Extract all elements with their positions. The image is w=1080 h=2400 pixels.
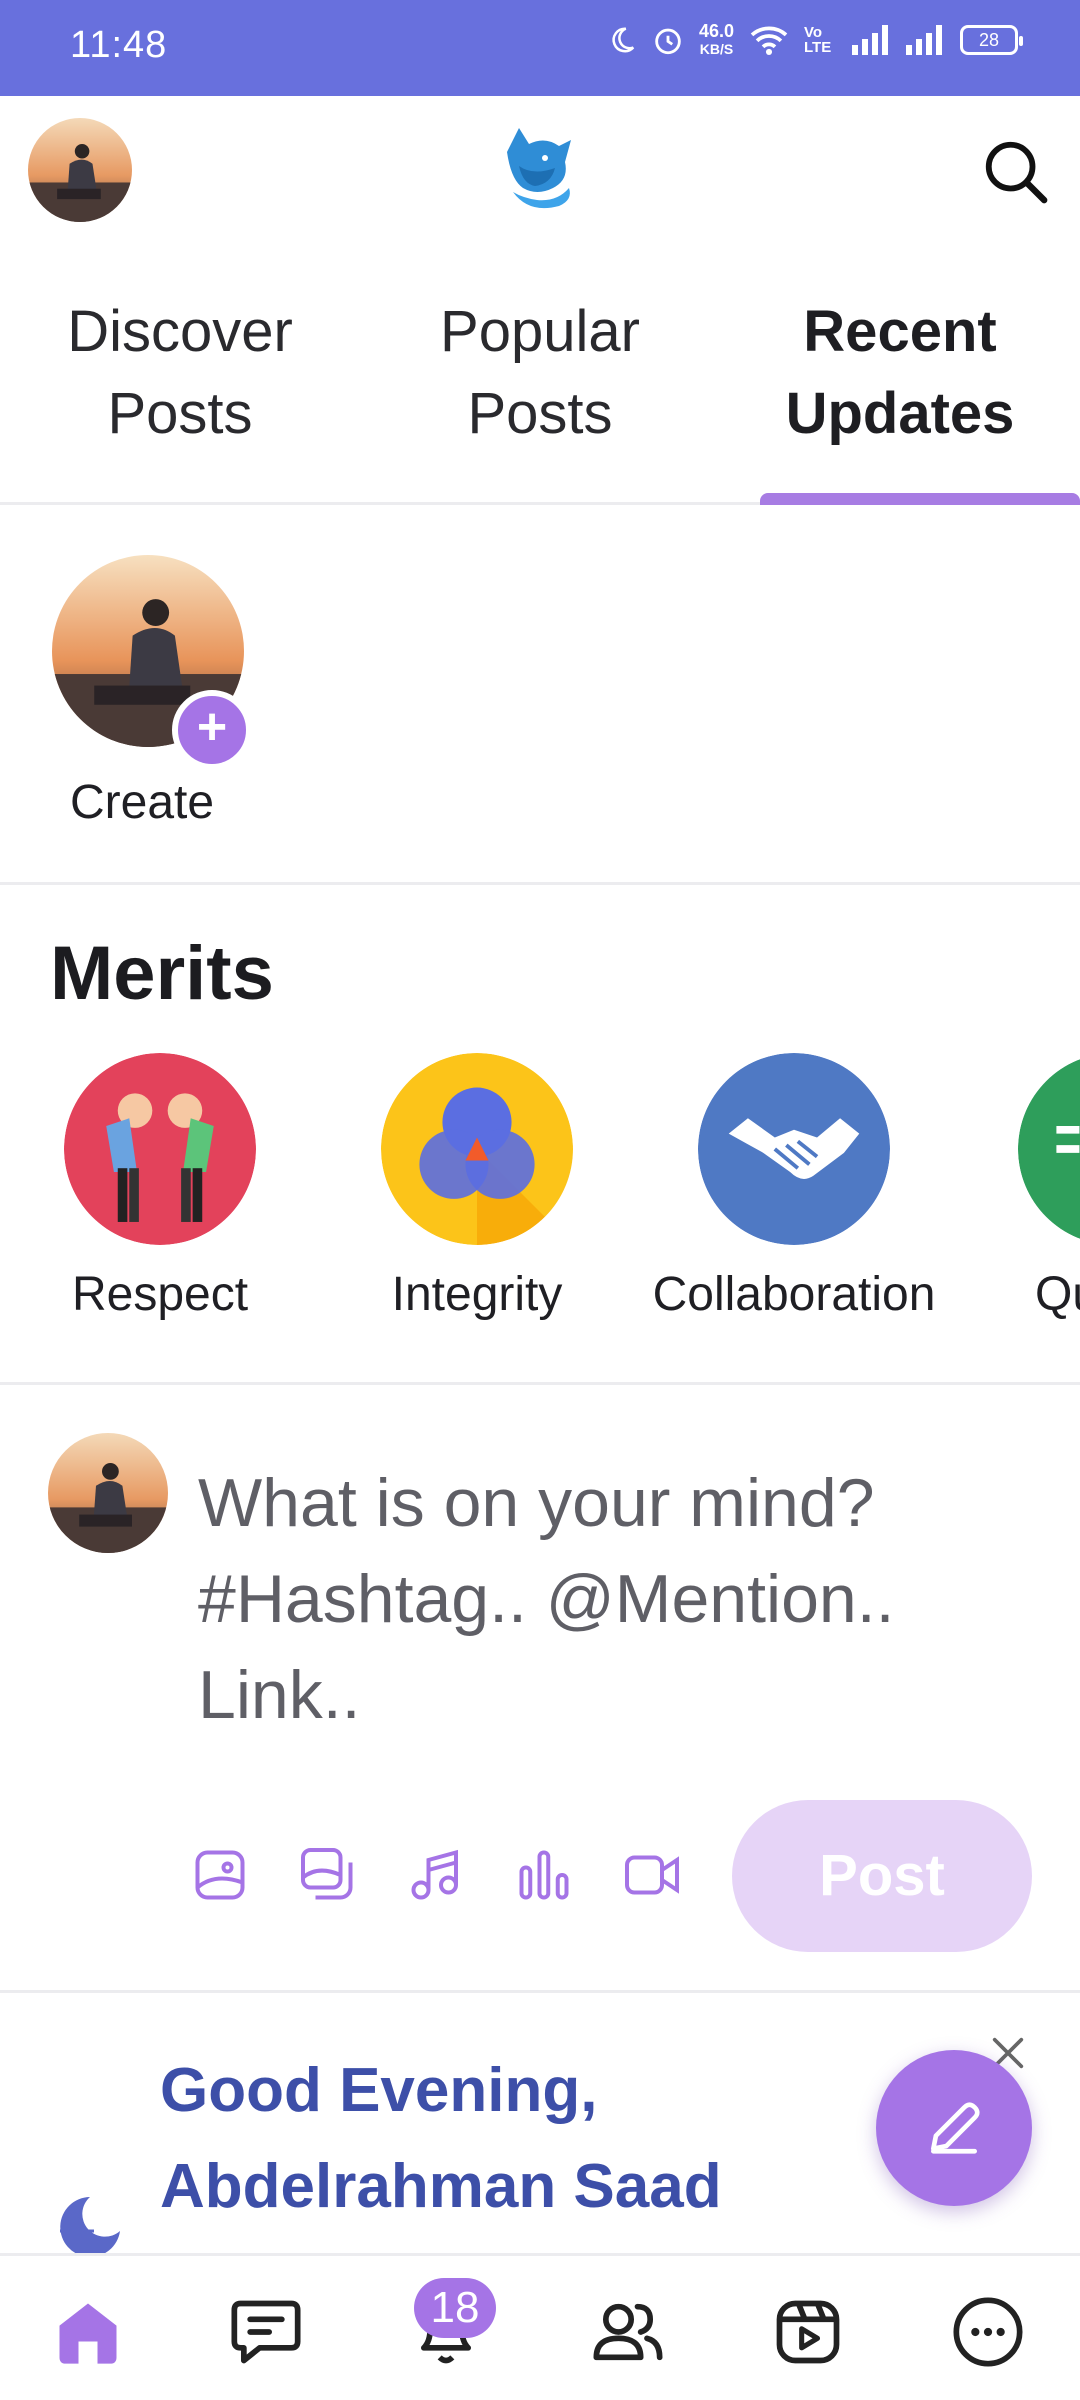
- reels-icon[interactable]: [770, 2294, 846, 2370]
- feed-tabs: Discover Posts Popular Posts Recent Upda…: [0, 285, 1080, 505]
- avatar-photo-icon: [28, 118, 132, 222]
- merits-section: Merits Respect Integrity Collaboration Q: [0, 885, 1080, 1385]
- merit-label: Respect: [71, 1268, 249, 1321]
- avatar-photo-icon: [48, 1433, 168, 1553]
- post-input[interactable]: What is on your mind? #Hashtag.. @Mentio…: [198, 1455, 1038, 1743]
- merits-title: Merits: [50, 931, 274, 1016]
- post-composer: What is on your mind? #Hashtag.. @Mentio…: [0, 1385, 1080, 1993]
- notifications-badge: 18: [414, 2278, 496, 2338]
- merit-integrity[interactable]: Integrity: [317, 1053, 637, 1322]
- video-icon[interactable]: [622, 1845, 682, 1905]
- bottom-navigation: 18: [0, 2253, 1080, 2400]
- home-icon[interactable]: [50, 2294, 126, 2370]
- network-speed: 46.0 KB/S: [699, 22, 734, 58]
- moon-icon: [60, 2197, 120, 2253]
- merit-label: Integrity: [391, 1268, 563, 1321]
- status-bar: 11:48 46.0 KB/S Vo LTE 28: [0, 0, 1080, 96]
- tab-discover-posts[interactable]: Discover Posts: [0, 285, 360, 502]
- image-icon[interactable]: [190, 1845, 250, 1905]
- battery-indicator: 28: [960, 25, 1023, 55]
- active-tab-indicator: [760, 493, 1080, 505]
- messages-icon[interactable]: [228, 2294, 304, 2370]
- wifi-icon: [750, 26, 788, 55]
- status-time: 11:48: [70, 24, 168, 66]
- tab-popular-posts[interactable]: Popular Posts: [360, 285, 720, 502]
- greeting-line-2: Abdelrahman Saad: [160, 2152, 722, 2221]
- merit-badge-icon: [1018, 1053, 1080, 1245]
- profile-avatar[interactable]: [28, 118, 132, 222]
- add-story-icon[interactable]: +: [172, 690, 252, 770]
- volte-label: Vo LTE: [804, 24, 832, 56]
- merit-label: Qu: [1035, 1268, 1080, 1321]
- greeting-text: Good Evening, Abdelrahman Saad: [160, 2043, 722, 2235]
- composer-avatar: [48, 1433, 168, 1553]
- merit-partial[interactable]: Qu: [857, 1053, 1080, 1322]
- merit-respect[interactable]: Respect: [0, 1053, 320, 1322]
- tab-label: Recent Updates: [785, 299, 1015, 446]
- signal-icon-2: [906, 25, 942, 55]
- tab-recent-updates[interactable]: Recent Updates: [720, 285, 1080, 505]
- fox-logo-icon: [507, 128, 571, 209]
- search-icon[interactable]: [980, 136, 1050, 206]
- respect-icon: [64, 1053, 256, 1245]
- top-bar: [0, 96, 1080, 246]
- compose-fab[interactable]: [876, 2050, 1032, 2206]
- do-not-disturb-icon: [612, 27, 635, 53]
- tab-label: Discover Posts: [67, 299, 293, 446]
- network-speed-unit: KB/S: [699, 41, 734, 57]
- gallery-icon[interactable]: [298, 1845, 358, 1905]
- pencil-icon: [931, 2102, 980, 2154]
- post-button[interactable]: Post: [732, 1800, 1032, 1952]
- friends-icon[interactable]: [590, 2294, 666, 2370]
- signal-icon: [852, 25, 888, 55]
- composer-tools: [190, 1845, 682, 1905]
- network-speed-value: 46.0: [698, 21, 734, 41]
- alarm-icon: [655, 28, 681, 55]
- tab-label: Popular Posts: [440, 299, 640, 446]
- poll-icon[interactable]: [514, 1845, 574, 1905]
- stories-row: + Create: [0, 505, 1080, 885]
- music-icon[interactable]: [406, 1845, 466, 1905]
- create-story-label: Create: [70, 776, 215, 829]
- status-icons: 46.0 KB/S Vo LTE 28: [607, 22, 1023, 58]
- integrity-icon: [381, 1053, 573, 1245]
- create-story[interactable]: + Create: [52, 555, 252, 830]
- more-icon[interactable]: [950, 2294, 1026, 2370]
- greeting-line-1: Good Evening,: [160, 2056, 598, 2125]
